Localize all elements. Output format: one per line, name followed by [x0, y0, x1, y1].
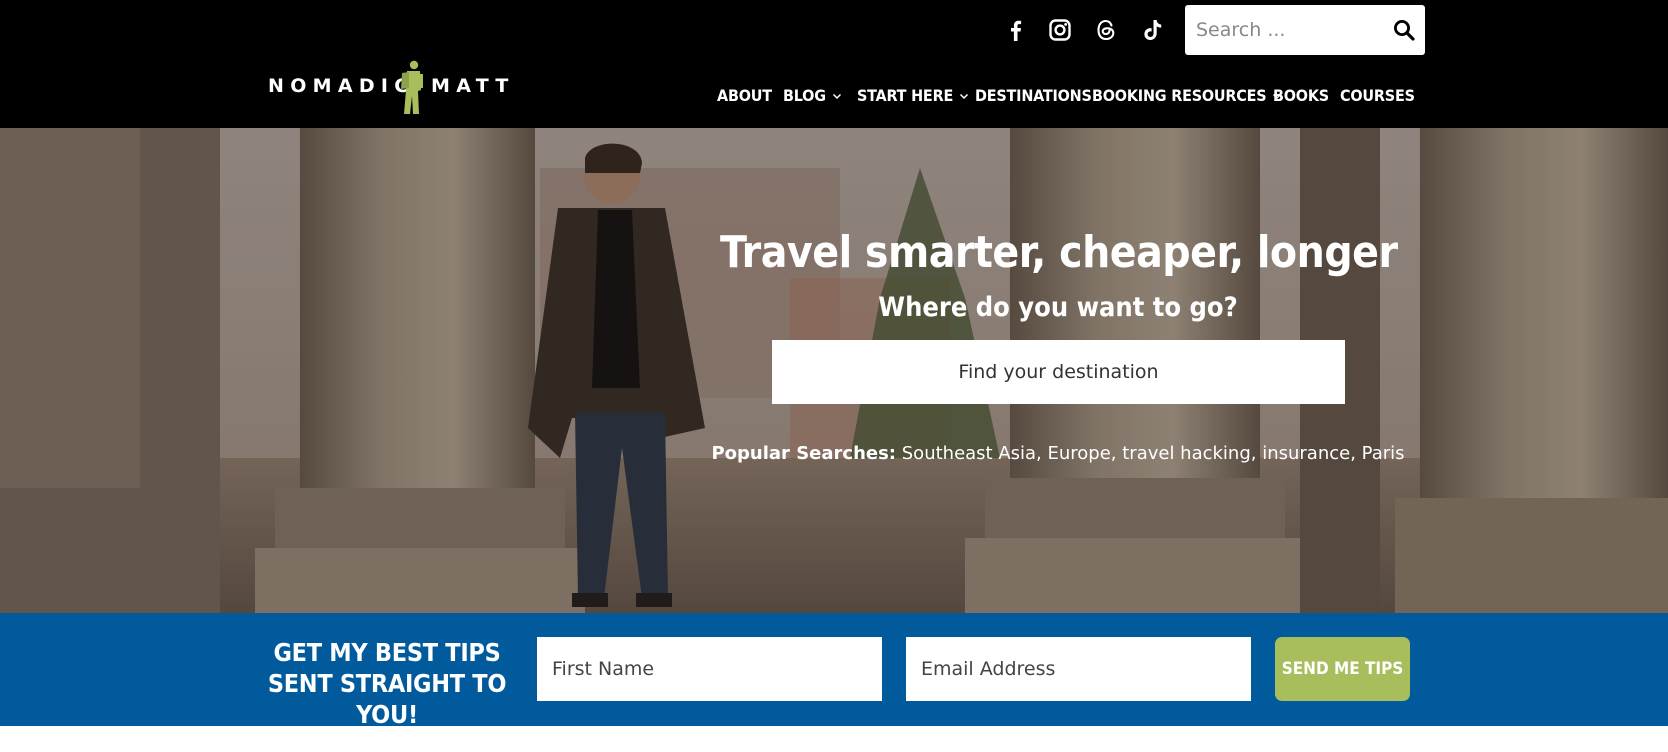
nav-item-start-here[interactable]: START HERE [857, 84, 969, 108]
facebook-icon [1010, 20, 1021, 41]
nav-item-label: BLOG [783, 86, 826, 105]
threads-icon [1097, 19, 1115, 41]
search-icon[interactable] [1393, 19, 1415, 41]
threads-link[interactable] [1089, 14, 1123, 46]
header-search [1185, 5, 1425, 55]
nav-item-booking-resources[interactable]: BOOKING RESOURCES [1092, 84, 1282, 108]
nav-item-label: BOOKS [1273, 86, 1329, 105]
chevron-down-icon [832, 93, 841, 100]
newsletter-optin-bar: GET MY BEST TIPS SENT STRAIGHT TO YOU! S… [0, 613, 1668, 729]
hero-section: Travel smarter, cheaper, longer Where do… [0, 128, 1668, 613]
tiktok-link[interactable] [1136, 14, 1170, 46]
instagram-icon [1049, 19, 1071, 41]
site-header: NOMADIC MATT Search ... ABOUT BLOG START… [0, 0, 1668, 128]
tiktok-icon [1144, 20, 1162, 40]
instagram-link[interactable] [1043, 14, 1077, 46]
hero-title: Travel smarter, cheaper, longer [720, 227, 1398, 278]
nav-item-books[interactable]: BOOKS [1273, 84, 1329, 108]
hero-subtitle: Where do you want to go? [878, 292, 1238, 323]
popular-searches-terms[interactable]: Southeast Asia, Europe, travel hacking, … [902, 443, 1405, 464]
popular-searches-label: Popular Searches: [711, 443, 897, 464]
email-field[interactable] [906, 637, 1251, 701]
nav-item-label: DESTINATIONS [975, 86, 1092, 105]
chevron-down-icon [960, 93, 969, 100]
nav-item-about[interactable]: ABOUT [717, 84, 772, 108]
send-me-tips-button[interactable]: SEND ME TIPS [1275, 637, 1410, 701]
facebook-link[interactable] [998, 14, 1032, 46]
first-name-field[interactable] [537, 637, 882, 701]
nav-item-blog[interactable]: BLOG [783, 84, 842, 108]
main-nav: ABOUT BLOG START HERE DESTINATIONS BOOKI… [0, 84, 1668, 110]
nav-item-label: ABOUT [717, 86, 772, 105]
nav-item-label: BOOKING RESOURCES [1092, 86, 1267, 105]
destination-search-input[interactable] [772, 340, 1345, 404]
popular-searches: Popular Searches: Southeast Asia, Europe… [620, 440, 1496, 468]
nav-item-label: START HERE [857, 86, 954, 105]
nav-item-destinations[interactable]: DESTINATIONS [975, 84, 1092, 108]
optin-heading: GET MY BEST TIPS SENT STRAIGHT TO YOU! [267, 638, 507, 729]
nav-item-label: COURSES [1340, 86, 1415, 105]
nav-item-courses[interactable]: COURSES [1340, 84, 1415, 108]
search-input[interactable] [1185, 5, 1386, 55]
